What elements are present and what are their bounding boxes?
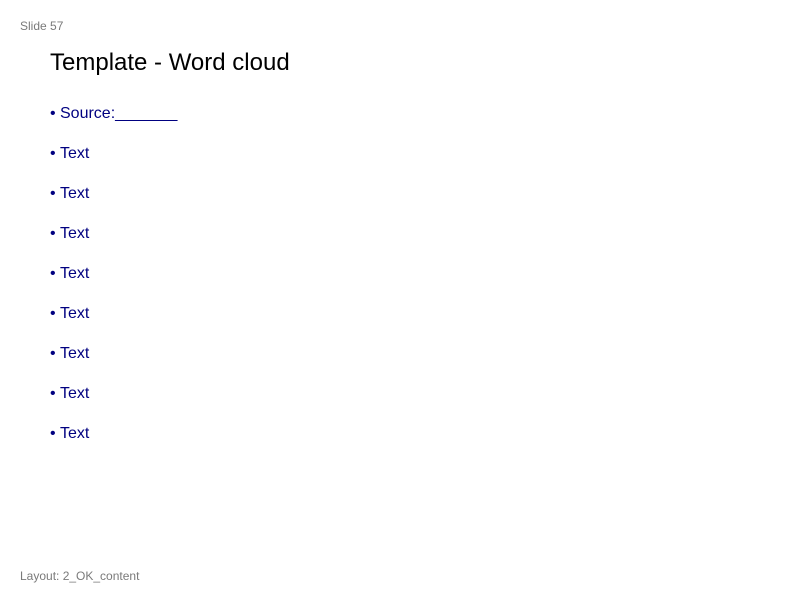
bullet-text: Text xyxy=(60,345,90,362)
bullet-dot-icon: • xyxy=(50,425,56,442)
bullet-dot-icon: • xyxy=(50,145,56,162)
bullet-item: • Text xyxy=(50,224,177,264)
bullet-list: • Source:_______ • Text • Text • Text • Text … xyxy=(50,104,177,464)
bullet-dot-icon: • xyxy=(50,385,56,402)
layout-name: Layout: 2_OK_content xyxy=(20,569,140,583)
bullet-dot-icon: • xyxy=(50,345,56,362)
bullet-text: Text xyxy=(60,385,90,402)
bullet-item: • Text xyxy=(50,384,177,424)
bullet-text: Text xyxy=(60,305,90,322)
bullet-text: Text xyxy=(60,145,90,162)
bullet-item: • Text xyxy=(50,144,177,184)
bullet-dot-icon: • xyxy=(50,185,56,202)
bullet-item: • Text xyxy=(50,344,177,384)
slide-title: Template - Word cloud xyxy=(50,49,290,76)
bullet-item: • Text xyxy=(50,304,177,344)
bullet-text: Text xyxy=(60,425,90,442)
bullet-item: • Text xyxy=(50,424,177,464)
bullet-dot-icon: • xyxy=(50,265,56,282)
bullet-item: • Text xyxy=(50,184,177,224)
bullet-item-source: • Source:_______ xyxy=(50,104,177,144)
bullet-text: Text xyxy=(60,265,90,282)
bullet-dot-icon: • xyxy=(50,305,56,322)
bullet-text: Text xyxy=(60,225,90,242)
bullet-dot-icon: • xyxy=(50,225,56,242)
bullet-item: • Text xyxy=(50,264,177,304)
bullet-text: Source:_______ xyxy=(60,105,178,122)
slide-number: Slide 57 xyxy=(20,19,64,33)
bullet-dot-icon: • xyxy=(50,105,56,122)
bullet-text: Text xyxy=(60,185,90,202)
